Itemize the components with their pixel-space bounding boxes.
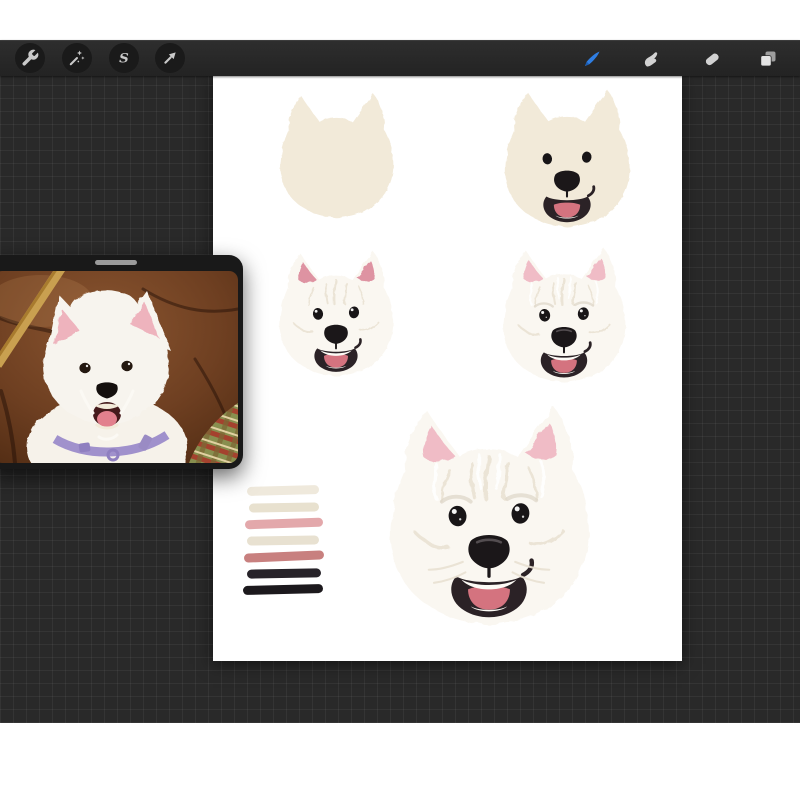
adjustments-button[interactable]: [62, 43, 92, 73]
palette-swatch-6: [247, 568, 321, 578]
westie-head-drawing: [483, 84, 651, 236]
westie-head-drawing: [358, 394, 620, 642]
paintbrush-icon: [580, 47, 604, 71]
transform-button[interactable]: [155, 43, 185, 73]
palette-swatch-3: [245, 518, 323, 530]
toolbar: S: [0, 40, 800, 76]
palette-swatch-1: [247, 485, 319, 496]
tutorial-stage-1: [253, 88, 420, 226]
paint-tool-button[interactable]: [579, 46, 605, 72]
wrench-icon: [20, 48, 40, 68]
reference-photo: [0, 271, 238, 463]
bottom-margin: [0, 723, 800, 800]
palette-swatch-5: [244, 550, 324, 562]
eraser-icon: [700, 47, 724, 71]
erase-tool-button[interactable]: [699, 46, 725, 72]
palette-swatch-2: [249, 502, 319, 512]
palette-swatch-4: [247, 535, 319, 545]
layers-button[interactable]: [755, 46, 781, 72]
procreate-screenshot: S: [0, 0, 800, 800]
tutorial-stage-5: [358, 394, 620, 642]
selection-button[interactable]: S: [109, 43, 139, 73]
westie-head-drawing: [261, 244, 411, 386]
tutorial-stage-3: [261, 244, 411, 386]
tutorial-stage-2: [483, 84, 651, 236]
westie-head-drawing: [483, 242, 645, 391]
tutorial-stage-4: [483, 242, 645, 391]
reference-panel-titlebar[interactable]: [0, 255, 243, 271]
reference-panel[interactable]: [0, 255, 243, 469]
transform-arrow-icon: [160, 48, 180, 68]
smudge-finger-icon: [639, 47, 663, 71]
workspace-background: [0, 76, 800, 723]
drag-handle[interactable]: [95, 260, 137, 265]
top-margin: [0, 0, 800, 40]
drawing-canvas[interactable]: [213, 76, 682, 661]
westie-photo-illustration: [0, 271, 238, 463]
palette-swatch-7: [243, 584, 323, 595]
smudge-tool-button[interactable]: [638, 46, 664, 72]
layers-icon: [756, 47, 780, 71]
selection-s-icon: S: [114, 48, 134, 68]
westie-head-drawing: [253, 88, 420, 226]
actions-button[interactable]: [15, 43, 45, 73]
svg-text:S: S: [119, 51, 129, 67]
magic-wand-icon: [67, 48, 87, 68]
